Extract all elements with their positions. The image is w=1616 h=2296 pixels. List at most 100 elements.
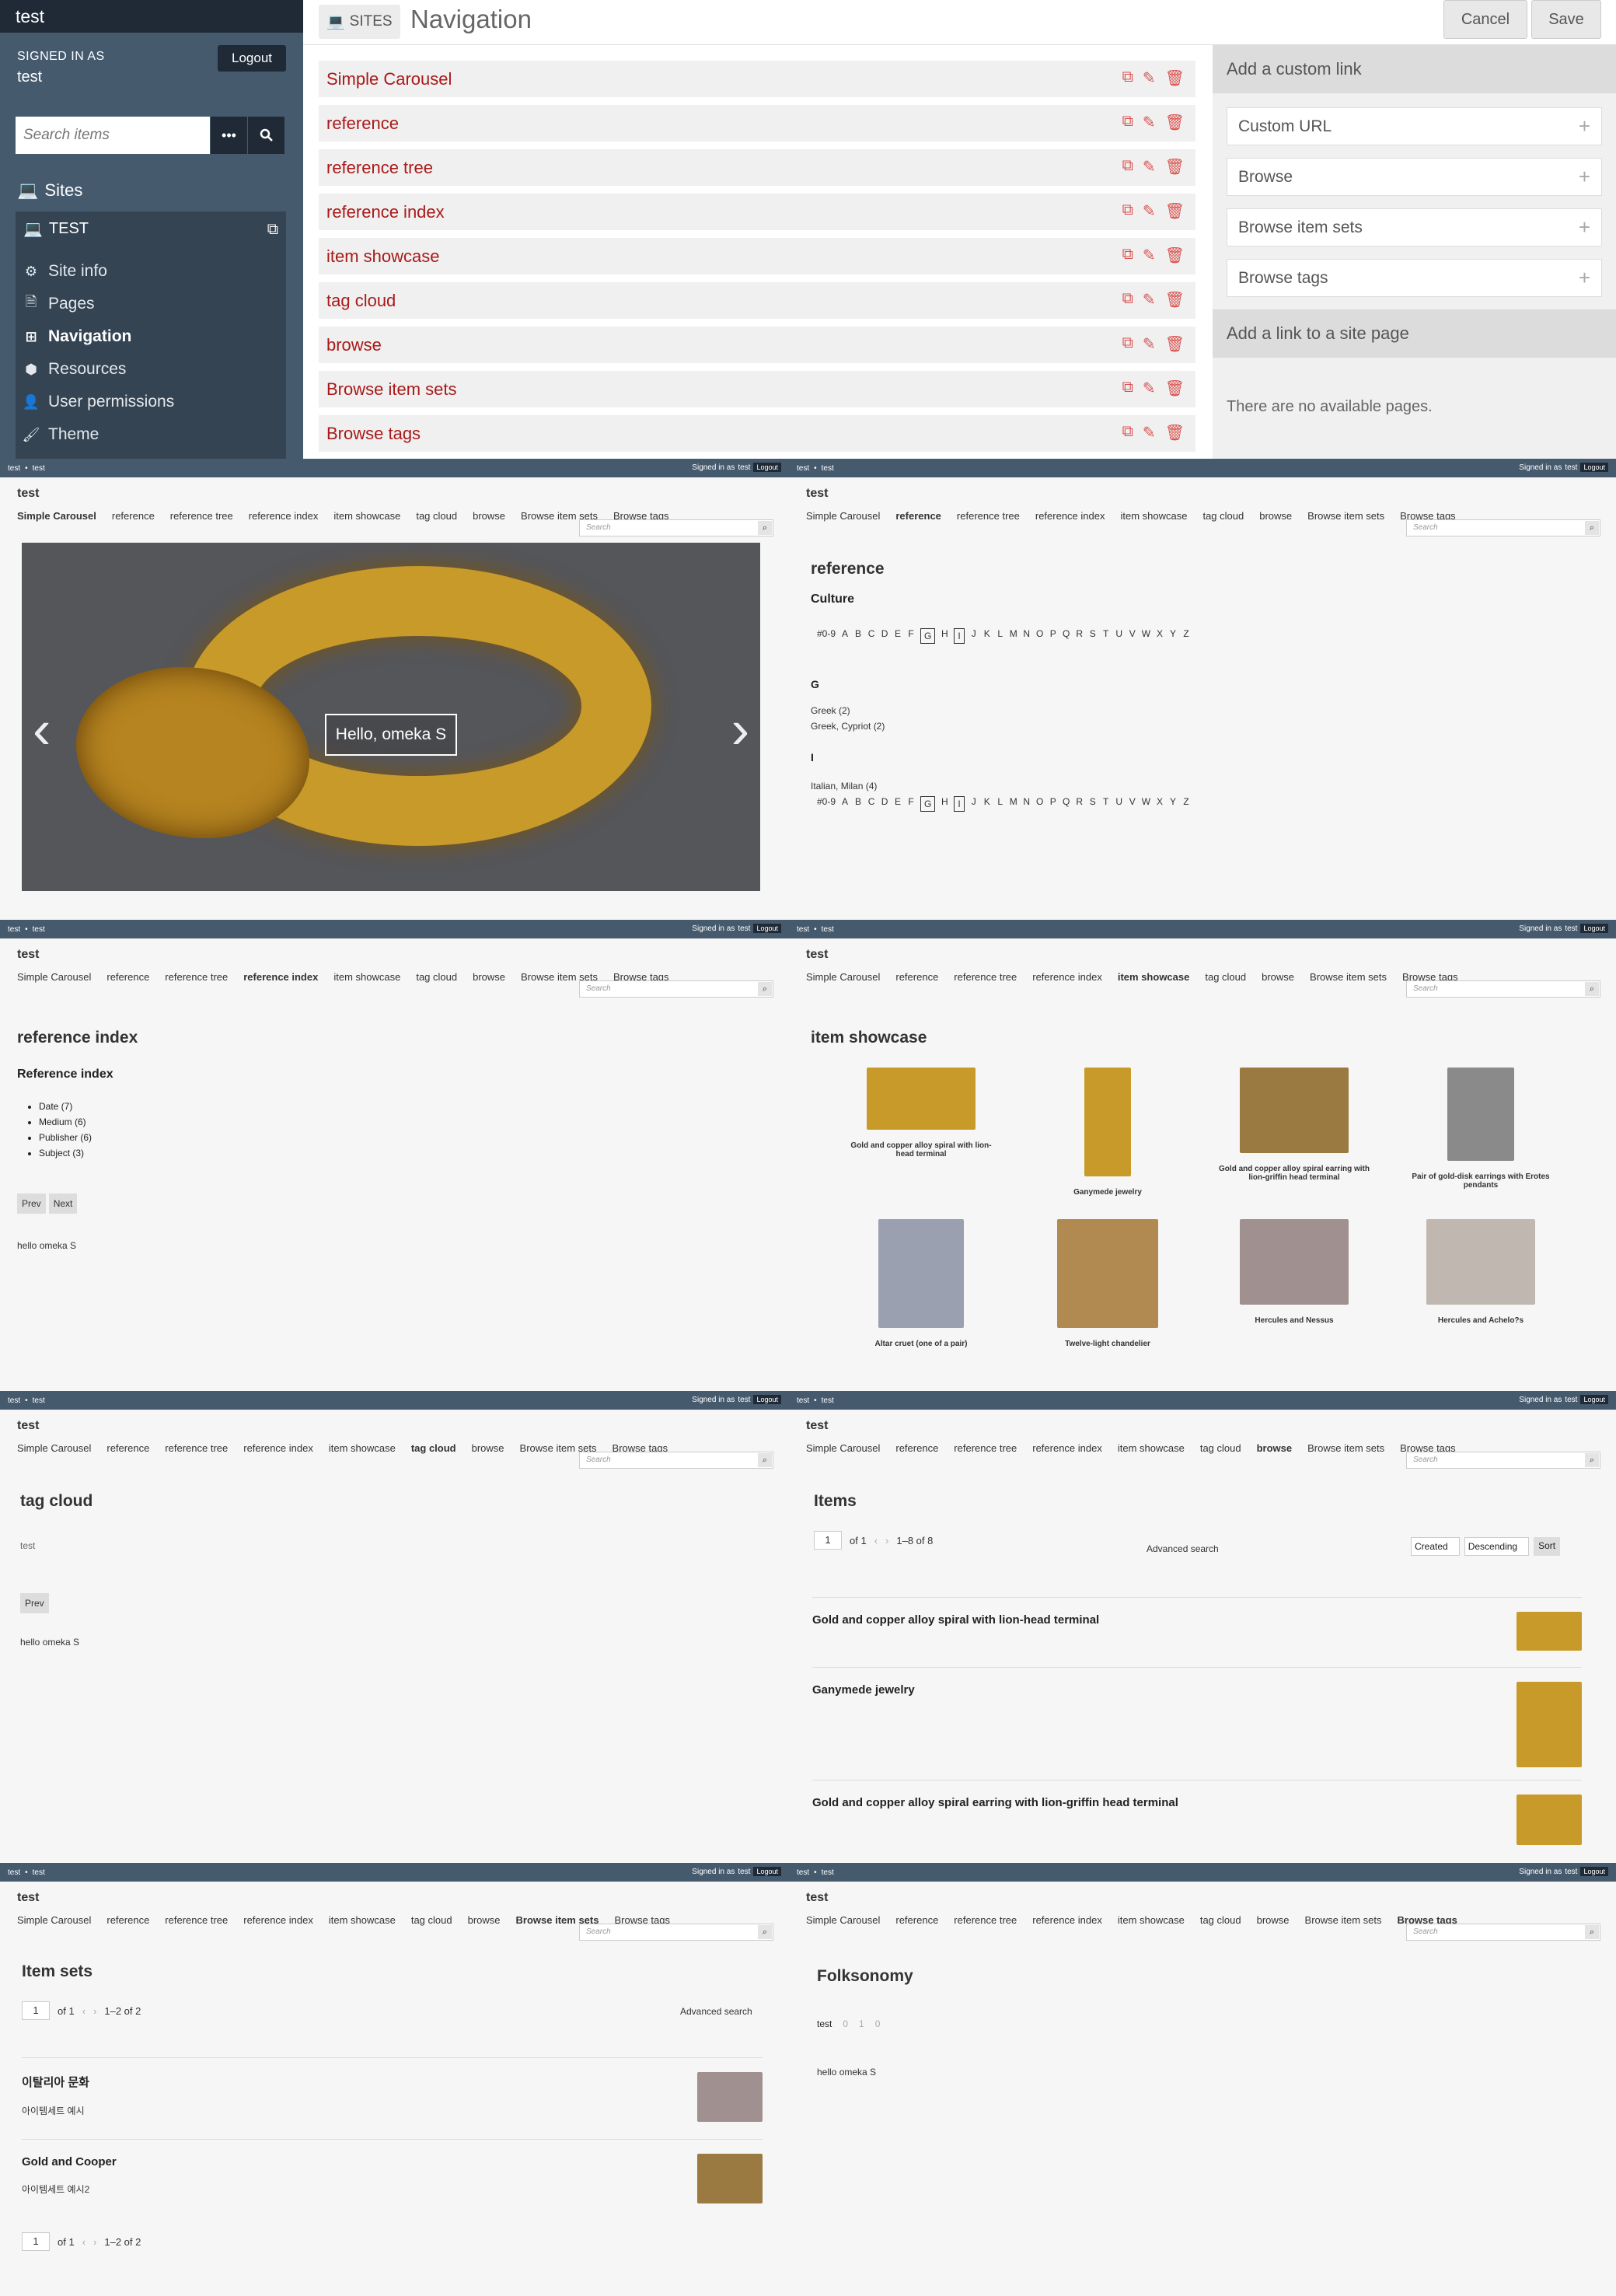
page-input[interactable]: 1 xyxy=(22,2001,50,2020)
search-icon[interactable]: ⌕ xyxy=(1585,1925,1599,1939)
nav-link[interactable]: reference index xyxy=(1032,1914,1102,1926)
tag-link[interactable]: test xyxy=(817,2018,832,2029)
showcase-caption[interactable]: Twelve-light chandelier xyxy=(1030,1340,1185,1348)
next-button[interactable]: Next xyxy=(48,1193,78,1214)
nav-link-label[interactable]: reference index xyxy=(326,202,445,222)
showcase-thumbnail[interactable] xyxy=(1057,1219,1158,1328)
admin-bar-logout[interactable]: Logout xyxy=(753,1395,781,1404)
trash-icon[interactable]: 🗑 xyxy=(1165,201,1185,221)
nav-link-label[interactable]: tag cloud xyxy=(326,291,396,311)
app-title[interactable]: test xyxy=(0,0,303,33)
pencil-icon[interactable]: ✎ xyxy=(1143,423,1156,442)
search-icon[interactable]: ⌕ xyxy=(758,1453,772,1467)
site-title[interactable]: test xyxy=(0,477,789,501)
external-link-icon[interactable]: ⧉ xyxy=(1122,246,1133,265)
logout-button[interactable]: Logout xyxy=(218,45,286,72)
trash-icon[interactable]: 🗑 xyxy=(1165,157,1185,176)
site-title[interactable]: test xyxy=(0,1410,789,1433)
prev-button[interactable]: Prev xyxy=(17,1193,46,1214)
showcase-thumbnail[interactable] xyxy=(1240,1219,1349,1305)
nav-link[interactable]: item showcase xyxy=(333,971,400,983)
trash-icon[interactable]: 🗑 xyxy=(1165,290,1185,309)
prev-page-icon[interactable]: ‹ xyxy=(82,2236,86,2248)
plus-icon[interactable]: + xyxy=(1579,266,1590,290)
search-icon[interactable]: ⌕ xyxy=(758,1925,772,1939)
item-set-thumbnail[interactable] xyxy=(697,2154,763,2203)
nav-link[interactable]: tag cloud xyxy=(411,1914,452,1926)
nav-link[interactable]: Simple Carousel xyxy=(806,1914,880,1926)
nav-link[interactable]: browse xyxy=(468,1914,501,1926)
nav-link[interactable]: reference xyxy=(895,510,941,522)
search-input[interactable] xyxy=(16,117,210,154)
nav-link[interactable]: browse xyxy=(472,1442,504,1454)
refindex-link[interactable]: Medium (6) xyxy=(39,1114,138,1130)
showcase-item[interactable]: Altar cruet (one of a pair) xyxy=(843,1219,999,1348)
admin-bar-site-link[interactable]: test xyxy=(8,925,20,934)
plus-icon[interactable]: + xyxy=(1579,114,1590,138)
next-arrow-icon[interactable]: › xyxy=(731,698,749,760)
nav-link-row[interactable]: browse ⧉ ✎ 🗑 xyxy=(319,327,1195,363)
nav-link[interactable]: tag cloud xyxy=(1200,1442,1241,1454)
pencil-icon[interactable]: ✎ xyxy=(1143,290,1156,309)
search-input[interactable]: Search ⌕ xyxy=(579,1452,773,1469)
signed-in-user[interactable]: test xyxy=(738,924,750,933)
admin-bar-logout[interactable]: Logout xyxy=(1580,1867,1608,1876)
item-thumbnail[interactable] xyxy=(1517,1612,1582,1651)
nav-link[interactable]: tag cloud xyxy=(1202,510,1244,522)
nav-link[interactable]: reference index xyxy=(243,1914,313,1926)
alphabet-letter[interactable]: G xyxy=(920,628,936,644)
search-icon[interactable]: ⌕ xyxy=(1585,1453,1599,1467)
nav-link[interactable]: item showcase xyxy=(1118,1442,1185,1454)
admin-bar-page-link[interactable]: test xyxy=(822,1396,834,1405)
item-thumbnail[interactable] xyxy=(1517,1682,1582,1767)
nav-link[interactable]: reference tree xyxy=(165,1442,228,1454)
showcase-thumbnail[interactable] xyxy=(878,1219,964,1328)
save-button[interactable]: Save xyxy=(1531,0,1601,39)
admin-bar-page-link[interactable]: test xyxy=(822,1868,834,1877)
nav-link[interactable]: Simple Carousel xyxy=(17,510,96,522)
nav-link[interactable]: browse xyxy=(1259,510,1292,522)
admin-bar-site-link[interactable]: test xyxy=(797,464,809,473)
refindex-link[interactable]: Subject (3) xyxy=(39,1145,138,1161)
sort-by-select[interactable]: Created xyxy=(1411,1537,1460,1556)
item-set-row[interactable]: Gold and Cooper 아이템세트 예시2 xyxy=(22,2139,763,2203)
showcase-item[interactable]: Gold and copper alloy spiral earring wit… xyxy=(1216,1068,1372,1182)
section-badge[interactable]: 💻 SITES xyxy=(319,5,400,39)
nav-link[interactable]: tag cloud xyxy=(416,971,457,983)
nav-link[interactable]: Simple Carousel xyxy=(17,1914,91,1926)
showcase-caption[interactable]: Altar cruet (one of a pair) xyxy=(843,1340,999,1348)
search-icon[interactable]: ⌕ xyxy=(758,982,772,996)
nav-link-row[interactable]: reference tree ⧉ ✎ 🗑 xyxy=(319,149,1195,186)
showcase-thumbnail[interactable] xyxy=(1426,1219,1535,1305)
nav-link[interactable]: reference tree xyxy=(954,971,1017,983)
search-icon[interactable]: ⌕ xyxy=(1585,982,1599,996)
search-input[interactable]: Search ⌕ xyxy=(579,519,773,536)
search-icon[interactable]: ⌕ xyxy=(758,521,772,535)
nav-link-row[interactable]: tag cloud ⧉ ✎ 🗑 xyxy=(319,282,1195,319)
external-link-icon[interactable]: ⧉ xyxy=(1122,113,1133,132)
advanced-search-link[interactable]: Advanced search xyxy=(680,2006,752,2017)
username[interactable]: test xyxy=(17,68,42,86)
site-title[interactable]: test xyxy=(789,1882,1616,1905)
prev-page-icon[interactable]: ‹ xyxy=(82,2005,86,2017)
admin-bar-page-link[interactable]: test xyxy=(33,925,45,934)
showcase-caption[interactable]: Ganymede jewelry xyxy=(1030,1188,1185,1197)
search-input[interactable]: Search ⌕ xyxy=(1406,519,1600,536)
admin-bar-site-link[interactable]: test xyxy=(797,1868,809,1877)
item-set-title[interactable]: 이탈리아 문화 xyxy=(22,2074,763,2090)
item-row[interactable]: Ganymede jewelry xyxy=(812,1667,1582,1767)
next-page-icon[interactable]: › xyxy=(93,2236,96,2248)
reference-link[interactable]: Greek (2) xyxy=(811,703,1588,718)
search-icon[interactable]: ⌕ xyxy=(1585,521,1599,535)
site-title[interactable]: test xyxy=(0,1882,789,1905)
trash-icon[interactable]: 🗑 xyxy=(1165,68,1185,88)
showcase-item[interactable]: Hercules and Nessus xyxy=(1216,1219,1372,1325)
pencil-icon[interactable]: ✎ xyxy=(1143,68,1156,88)
alphabet-letter[interactable]: G xyxy=(920,796,936,812)
nav-link-label[interactable]: reference xyxy=(326,114,399,134)
item-title[interactable]: Ganymede jewelry xyxy=(812,1683,1582,1697)
custom-link-option[interactable]: Custom URL + xyxy=(1227,107,1602,145)
refindex-link[interactable]: Publisher (6) xyxy=(39,1130,138,1145)
item-set-title[interactable]: Gold and Cooper xyxy=(22,2155,763,2168)
item-set-thumbnail[interactable] xyxy=(697,2072,763,2122)
